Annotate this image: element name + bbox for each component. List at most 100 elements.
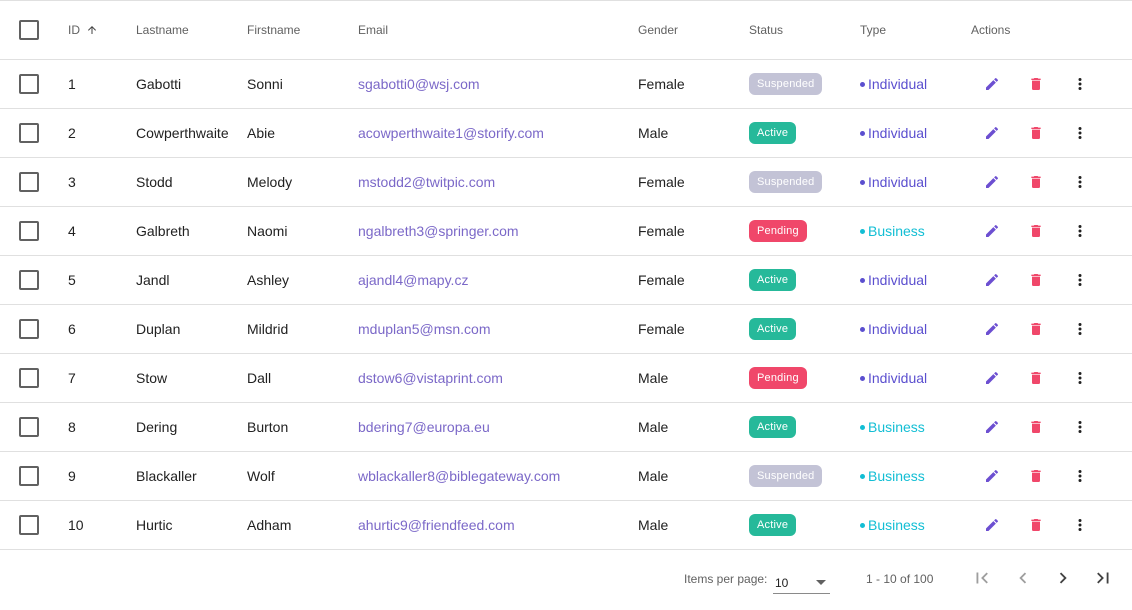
trash-icon[interactable] <box>1026 221 1046 241</box>
table-row[interactable]: 10 Hurtic Adham ahurtic9@friendfeed.com … <box>0 501 1132 550</box>
pencil-icon[interactable] <box>982 123 1002 143</box>
cell-lastname: Duplan <box>136 321 181 337</box>
cell-email-link[interactable]: sgabotti0@wsj.com <box>358 60 480 108</box>
pencil-icon[interactable] <box>982 172 1002 192</box>
cell-email-link[interactable]: mstodd2@twitpic.com <box>358 158 495 206</box>
cell-email-link[interactable]: acowperthwaite1@storify.com <box>358 109 544 157</box>
more-vertical-icon[interactable] <box>1070 515 1090 535</box>
trash-icon[interactable] <box>1026 172 1046 192</box>
cell-more <box>1070 60 1090 108</box>
column-header-status[interactable]: Status <box>749 1 783 59</box>
row-checkbox[interactable] <box>19 368 39 388</box>
cell-type: Business <box>860 501 925 549</box>
items-per-page-label: Items per page: <box>684 572 768 586</box>
chevron-left-icon <box>1012 567 1034 592</box>
row-checkbox[interactable] <box>19 466 39 486</box>
more-vertical-icon[interactable] <box>1070 319 1090 339</box>
table-row[interactable]: 1 Gabotti Sonni sgabotti0@wsj.com Female… <box>0 60 1132 109</box>
more-vertical-icon[interactable] <box>1070 417 1090 437</box>
cell-id: 10 <box>68 517 84 533</box>
type-label: Business <box>868 223 925 239</box>
column-header-email[interactable]: Email <box>358 1 388 59</box>
type-indicator: Business <box>860 517 925 533</box>
pencil-icon[interactable] <box>982 319 1002 339</box>
cell-gender: Male <box>638 419 669 435</box>
column-header-firstname[interactable]: Firstname <box>247 1 300 59</box>
pencil-icon[interactable] <box>982 515 1002 535</box>
select-all-checkbox[interactable] <box>19 20 39 40</box>
cell-email-link[interactable]: ahurtic9@friendfeed.com <box>358 501 515 549</box>
cell-gender: Female <box>638 223 685 239</box>
cell-email-link[interactable]: dstow6@vistaprint.com <box>358 354 503 402</box>
table-row[interactable]: 4 Galbreth Naomi ngalbreth3@springer.com… <box>0 207 1132 256</box>
pencil-icon[interactable] <box>982 270 1002 290</box>
trash-icon[interactable] <box>1026 417 1046 437</box>
cell-firstname: Burton <box>247 419 289 435</box>
table-row[interactable]: 7 Stow Dall dstow6@vistaprint.com Male P… <box>0 354 1132 403</box>
cell-id: 4 <box>68 223 76 239</box>
row-select-cell <box>19 354 39 402</box>
table-row[interactable]: 6 Duplan Mildrid mduplan5@msn.com Female… <box>0 305 1132 354</box>
trash-icon[interactable] <box>1026 368 1046 388</box>
first-page-button[interactable] <box>972 569 992 589</box>
more-vertical-icon[interactable] <box>1070 368 1090 388</box>
cell-email-link[interactable]: mduplan5@msn.com <box>358 305 491 353</box>
column-header-gender[interactable]: Gender <box>638 1 678 59</box>
pencil-icon[interactable] <box>982 417 1002 437</box>
more-vertical-icon[interactable] <box>1070 270 1090 290</box>
trash-icon[interactable] <box>1026 74 1046 94</box>
more-vertical-icon[interactable] <box>1070 123 1090 143</box>
row-checkbox[interactable] <box>19 417 39 437</box>
prev-page-button[interactable] <box>1013 569 1033 589</box>
trash-icon[interactable] <box>1026 270 1046 290</box>
pencil-icon[interactable] <box>982 221 1002 241</box>
cell-id: 3 <box>68 174 76 190</box>
pencil-icon[interactable] <box>982 74 1002 94</box>
table-row[interactable]: 5 Jandl Ashley ajandl4@mapy.cz Female Ac… <box>0 256 1132 305</box>
table-row[interactable]: 8 Dering Burton bdering7@europa.eu Male … <box>0 403 1132 452</box>
cell-email-link[interactable]: wblackaller8@biblegateway.com <box>358 452 560 500</box>
cell-type: Individual <box>860 109 927 157</box>
last-page-button[interactable] <box>1093 569 1113 589</box>
column-header-id[interactable]: ID <box>68 1 98 59</box>
more-vertical-icon[interactable] <box>1070 466 1090 486</box>
pencil-icon[interactable] <box>982 368 1002 388</box>
row-checkbox[interactable] <box>19 270 39 290</box>
trash-icon[interactable] <box>1026 515 1046 535</box>
row-checkbox[interactable] <box>19 515 39 535</box>
row-checkbox[interactable] <box>19 221 39 241</box>
row-checkbox[interactable] <box>19 172 39 192</box>
table-row[interactable]: 3 Stodd Melody mstodd2@twitpic.com Femal… <box>0 158 1132 207</box>
more-vertical-icon[interactable] <box>1070 172 1090 192</box>
trash-icon[interactable] <box>1026 319 1046 339</box>
more-vertical-icon[interactable] <box>1070 74 1090 94</box>
type-indicator: Individual <box>860 125 927 141</box>
cell-firstname: Dall <box>247 370 272 386</box>
cell-id: 6 <box>68 321 76 337</box>
cell-email-link[interactable]: ajandl4@mapy.cz <box>358 256 468 304</box>
next-page-button[interactable] <box>1053 569 1073 589</box>
type-indicator: Individual <box>860 174 927 190</box>
table-row[interactable]: 9 Blackaller Wolf wblackaller8@biblegate… <box>0 452 1132 501</box>
more-vertical-icon[interactable] <box>1070 221 1090 241</box>
type-indicator: Business <box>860 419 925 435</box>
row-checkbox[interactable] <box>19 319 39 339</box>
items-per-page-select[interactable]: 10 <box>773 572 830 594</box>
cell-email-link[interactable]: bdering7@europa.eu <box>358 403 490 451</box>
row-checkbox[interactable] <box>19 123 39 143</box>
table-row[interactable]: 2 Cowperthwaite Abie acowperthwaite1@sto… <box>0 109 1132 158</box>
status-badge: Active <box>749 514 797 536</box>
column-header-type[interactable]: Type <box>860 1 886 59</box>
cell-lastname: Gabotti <box>136 76 182 92</box>
trash-icon[interactable] <box>1026 466 1046 486</box>
row-checkbox[interactable] <box>19 74 39 94</box>
type-dot-icon <box>860 522 865 528</box>
cell-more <box>1070 109 1090 157</box>
column-header-lastname[interactable]: Lastname <box>136 1 189 59</box>
pencil-icon[interactable] <box>982 466 1002 486</box>
select-all-cell <box>19 1 39 59</box>
cell-email-link[interactable]: ngalbreth3@springer.com <box>358 207 519 255</box>
cell-status: Active <box>749 305 797 353</box>
range-label: 1 - 10 of 100 <box>866 572 934 586</box>
trash-icon[interactable] <box>1026 123 1046 143</box>
